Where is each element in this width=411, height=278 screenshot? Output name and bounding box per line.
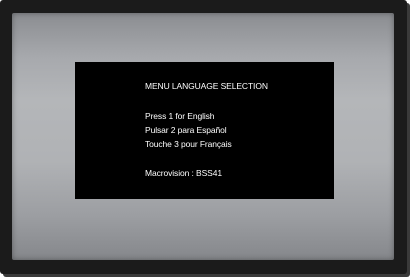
language-menu-panel: MENU LANGUAGE SELECTION Press 1 for Engl… [75,62,334,199]
tv-frame: MENU LANGUAGE SELECTION Press 1 for Engl… [0,0,407,274]
tv-screen: MENU LANGUAGE SELECTION Press 1 for Engl… [12,13,394,260]
macrovision-code: Macrovision : BSS41 [145,168,222,178]
option-spanish[interactable]: Pulsar 2 para Español [145,126,227,135]
option-english[interactable]: Press 1 for English [145,112,215,121]
option-french[interactable]: Touche 3 pour Français [145,140,232,149]
menu-title: MENU LANGUAGE SELECTION [145,81,268,91]
